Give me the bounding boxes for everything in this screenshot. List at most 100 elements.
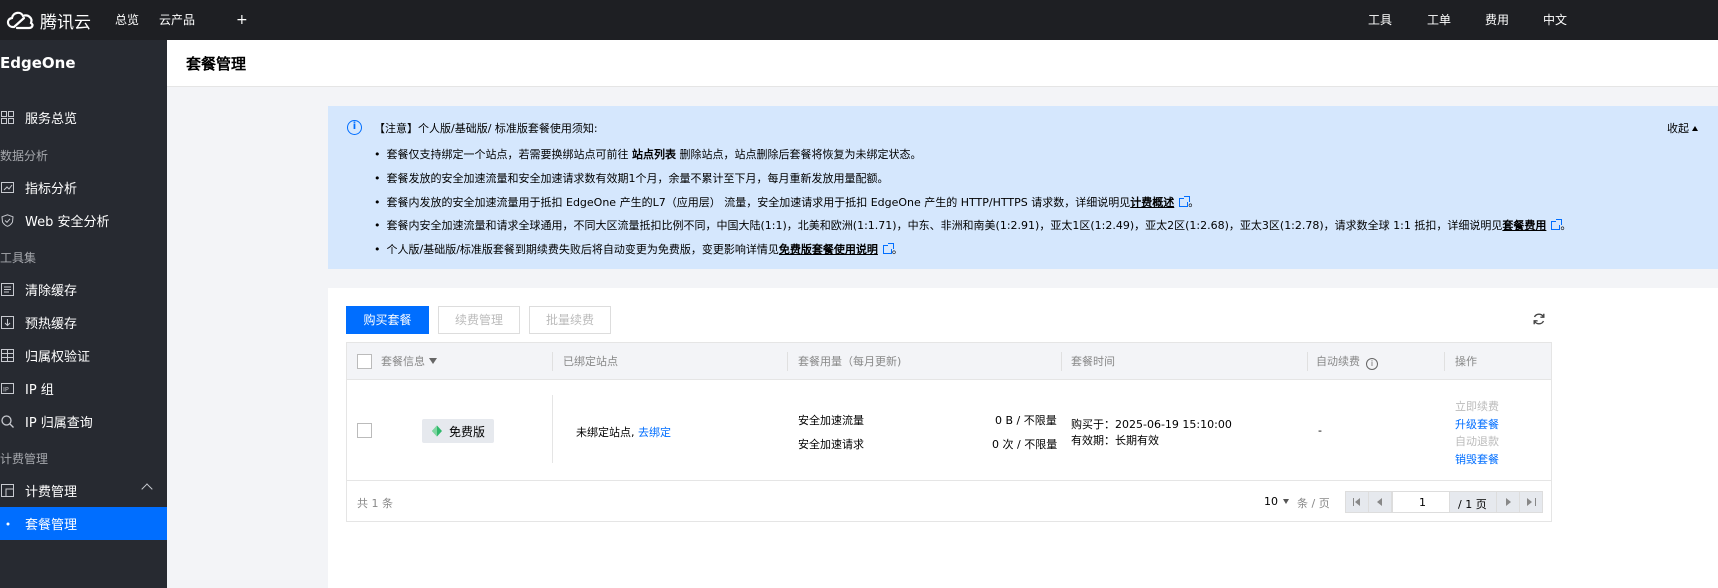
- notice-line: 套餐发放的安全加速流量和安全加速请求数有效期1个月，余量不累计至下月，每月重新发…: [374, 170, 889, 186]
- billing-icon: [0, 483, 14, 497]
- bound-site-cell: 未绑定站点, 去绑定: [576, 424, 671, 440]
- page-input[interactable]: 1: [1392, 491, 1450, 513]
- table-header: 套餐信息 已绑定站点 套餐用量（每月更新) 套餐时间 自动续费 i 操作: [347, 343, 1551, 380]
- auto-refund-action[interactable]: 自动退款: [1455, 433, 1499, 449]
- column-divider: [1444, 352, 1445, 371]
- select-all-checkbox[interactable]: [357, 354, 372, 369]
- bullet-icon: [4, 517, 12, 531]
- sidebar-item-overview[interactable]: 服务总览: [0, 102, 167, 132]
- sidebar-item-label: 清除缓存: [25, 283, 78, 299]
- search-icon: [0, 414, 14, 428]
- th-plan-info: 套餐信息: [381, 343, 437, 380]
- notice-text: 个人版/基础版/标准版套餐到期续费失败后将自动变更为免费版，变更影响详情见: [386, 243, 779, 256]
- column-divider: [1061, 352, 1062, 371]
- plan-card: 购买套餐 续费管理 批量续费 套餐信息 已绑定站点 套餐用量（每月更新) 套餐时…: [328, 288, 1718, 588]
- renew-now-action[interactable]: 立即续费: [1455, 398, 1499, 414]
- download-icon: [0, 315, 14, 329]
- brand-logo[interactable]: 腾讯云: [4, 6, 91, 34]
- sidebar-item-billing[interactable]: 计费管理: [0, 475, 167, 505]
- page-header: 套餐管理: [167, 40, 1718, 87]
- shield-icon: [0, 213, 14, 227]
- leaf-icon: [431, 425, 442, 437]
- plan-fees-link[interactable]: 套餐费用: [1502, 219, 1546, 232]
- external-link-icon[interactable]: [1551, 219, 1563, 230]
- notice-collapse-button[interactable]: 收起: [1667, 120, 1698, 136]
- filter-icon[interactable]: [429, 358, 437, 364]
- nav-tickets[interactable]: 工单: [1427, 0, 1451, 40]
- sidebar-item-web-security[interactable]: Web 安全分析: [0, 205, 167, 235]
- page-input-value: 1: [1419, 496, 1426, 509]
- nav-overview[interactable]: 总览: [115, 0, 139, 40]
- sidebar-item-label: 指标分析: [25, 181, 78, 197]
- usage-label: 安全加速请求: [798, 438, 864, 451]
- sidebar-item-label: 归属权验证: [25, 349, 91, 365]
- total-pages: / 1 页: [1449, 491, 1497, 513]
- brand-name: 腾讯云: [40, 12, 91, 33]
- sidebar-item-ip-lookup[interactable]: IP 归属查询: [0, 406, 167, 436]
- upgrade-plan-action[interactable]: 升级套餐: [1455, 416, 1499, 432]
- renewal-management-button[interactable]: 续费管理: [438, 306, 520, 334]
- notice-text: 套餐仅支持绑定一个站点，若需要换绑站点可前往: [386, 148, 632, 161]
- th-auto-renew: 自动续费 i: [1316, 343, 1378, 380]
- notice-heading: 【注意】个人版/基础版/ 标准版套餐使用须知:: [374, 122, 598, 135]
- notice-collapse-label: 收起: [1667, 122, 1689, 135]
- chevron-up-icon[interactable]: [141, 483, 153, 495]
- ip-icon: IP: [0, 381, 14, 395]
- last-page-button[interactable]: [1519, 491, 1543, 513]
- notice-line: 套餐内安全加速流量和请求全球通用，不同大区流量抵扣比例不同，中国大陆(1:1)，…: [374, 217, 1571, 233]
- th-actions: 操作: [1455, 355, 1477, 368]
- refresh-icon[interactable]: [1532, 312, 1546, 326]
- page-title: 套餐管理: [186, 55, 247, 73]
- destroy-plan-action[interactable]: 销毁套餐: [1455, 451, 1499, 467]
- auto-renew-value: -: [1318, 424, 1322, 437]
- sidebar-item-label: IP 组: [25, 382, 54, 398]
- bind-site-link[interactable]: 去绑定: [638, 426, 671, 439]
- usage-label: 安全加速流量: [798, 414, 864, 427]
- site-list-link[interactable]: 站点列表: [632, 148, 676, 161]
- add-shortcut-button[interactable]: +: [236, 0, 248, 40]
- nav-products[interactable]: 云产品: [159, 0, 195, 40]
- external-link-icon[interactable]: [1179, 196, 1191, 207]
- billing-overview-link[interactable]: 计费概述: [1130, 196, 1174, 209]
- grid-icon: [0, 110, 14, 124]
- total-pages-label: / 1 页: [1458, 498, 1487, 511]
- cloud-logo-icon: [6, 11, 34, 30]
- sidebar-item-purge-cache[interactable]: 清除缓存: [0, 274, 167, 304]
- notice-line: 个人版/基础版/标准版套餐到期续费失败后将自动变更为免费版，变更影响详情见免费版…: [374, 241, 903, 257]
- svg-text:IP: IP: [3, 385, 9, 393]
- th-label: 套餐信息: [381, 355, 425, 368]
- info-icon[interactable]: i: [1366, 358, 1378, 370]
- sidebar-item-ownership-verify[interactable]: 归属权验证: [0, 340, 167, 370]
- th-usage: 套餐用量（每月更新): [798, 355, 902, 368]
- nav-tools[interactable]: 工具: [1368, 0, 1392, 40]
- th-label: 自动续费: [1316, 355, 1360, 368]
- notice-text: 套餐内安全加速流量和请求全球通用，不同大区流量抵扣比例不同，中国大陆(1:1)，…: [386, 219, 1503, 232]
- th-plan-time: 套餐时间: [1071, 355, 1115, 368]
- sidebar-item-plan-management[interactable]: 套餐管理: [0, 507, 167, 540]
- column-divider: [552, 395, 553, 463]
- sidebar-item-label: IP 归属查询: [25, 415, 93, 431]
- sidebar-item-metrics[interactable]: 指标分析: [0, 172, 167, 202]
- sidebar-item-ip-group[interactable]: IP IP 组: [0, 373, 167, 403]
- page-size-select[interactable]: 10: [1264, 495, 1289, 508]
- column-divider: [1307, 352, 1308, 371]
- bound-site-text: 未绑定站点,: [576, 426, 635, 439]
- nav-billing[interactable]: 费用: [1485, 0, 1509, 40]
- next-page-button[interactable]: [1496, 491, 1520, 513]
- sidebar: EdgeOne 服务总览 数据分析 指标分析 Web 安全分析 工具集 清除缓存…: [0, 40, 167, 588]
- verify-icon: [0, 348, 14, 362]
- sidebar-item-label: Web 安全分析: [25, 214, 110, 230]
- prev-page-button[interactable]: [1368, 491, 1392, 513]
- row-checkbox[interactable]: [357, 423, 372, 438]
- free-plan-guide-link[interactable]: 免费版套餐使用说明: [779, 243, 878, 256]
- nav-language[interactable]: 中文: [1543, 0, 1567, 40]
- external-link-icon[interactable]: [882, 243, 894, 254]
- sidebar-item-prefetch-cache[interactable]: 预热缓存: [0, 307, 167, 337]
- first-page-button[interactable]: [1345, 491, 1369, 513]
- buy-plan-button[interactable]: 购买套餐: [346, 306, 429, 334]
- batch-renew-button[interactable]: 批量续费: [529, 306, 611, 334]
- notice-line: 套餐仅支持绑定一个站点，若需要换绑站点可前往 站点列表 删除站点，站点删除后套餐…: [374, 146, 922, 162]
- notice-line: 套餐内发放的安全加速流量用于抵扣 EdgeOne 产生的L7（应用层） 流量，安…: [374, 194, 1199, 210]
- plan-name: 免费版: [448, 424, 485, 439]
- notice-text: 套餐发放的安全加速流量和安全加速请求数有效期1个月，余量不累计至下月，每月重新发…: [386, 172, 889, 185]
